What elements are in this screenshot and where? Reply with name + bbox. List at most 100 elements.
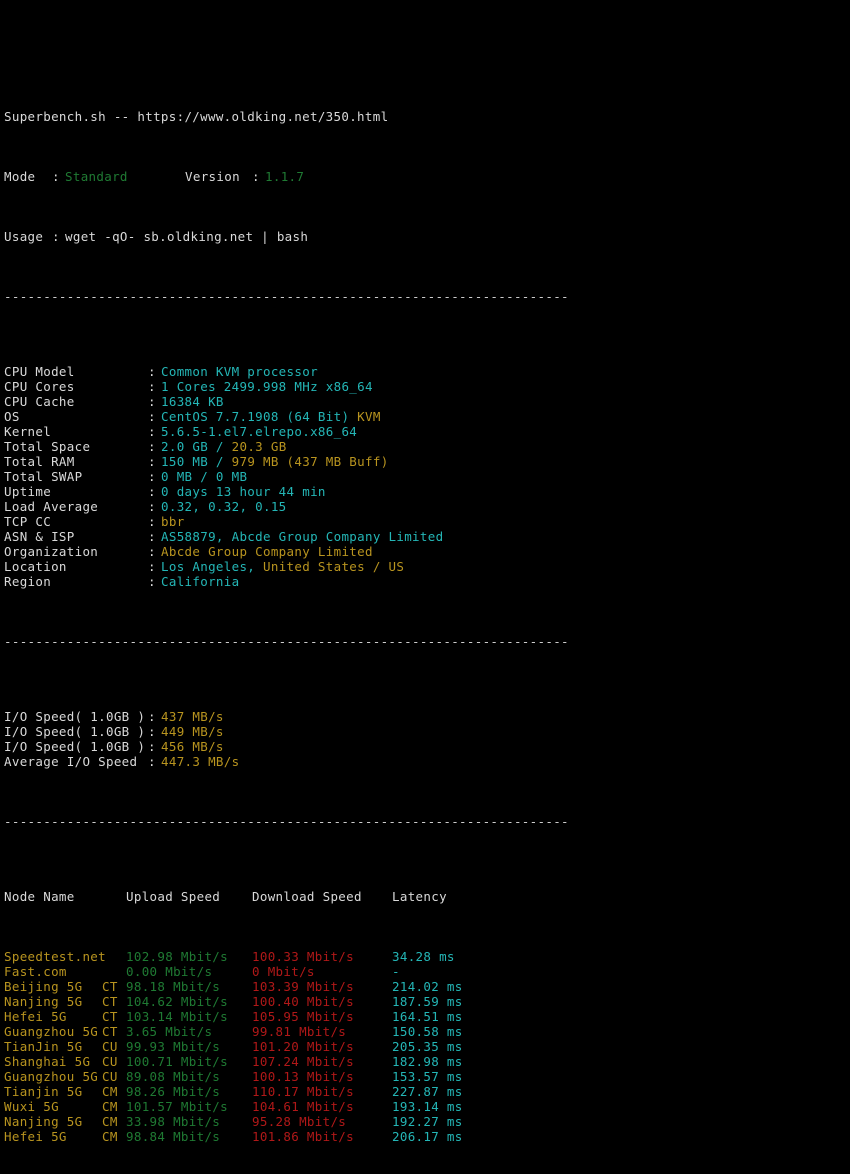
sysinfo-row: Total Space:2.0 GB / 20.3 GB — [0, 439, 850, 454]
download-speed-cell: 110.17 Mbit/s — [252, 1084, 354, 1099]
upload-speed-cell: 98.18 Mbit/s — [126, 979, 221, 994]
speedtest-header-row: Node Name Upload Speed Download Speed Laten… — [0, 889, 850, 904]
table-row: Beijing 5G CT 98.18 Mbit/s 103.39 Mbit/s 214… — [0, 979, 850, 994]
node-name-cell: Guangzhou 5G — [4, 1024, 99, 1039]
carrier-cell: CM — [102, 1099, 118, 1114]
latency-cell: 206.17 ms — [392, 1129, 463, 1144]
table-row: Fast.com 0.00 Mbit/s 0 Mbit/s - — [0, 964, 850, 979]
terminal-window: Superbench.sh -- https://www.oldking.net… — [0, 0, 850, 1144]
upload-speed-cell: 102.98 Mbit/s — [126, 949, 228, 964]
usage-label: Usage — [4, 229, 44, 244]
sysinfo-label: OS — [4, 409, 20, 424]
sysinfo-colon: : — [148, 559, 156, 574]
download-speed-cell: 105.95 Mbit/s — [252, 1009, 354, 1024]
sysinfo-label: TCP CC — [4, 514, 52, 529]
script-title: Superbench.sh -- https://www.oldking.net… — [4, 109, 389, 124]
sysinfo-value-accent: 979 MB (437 MB Buff) — [231, 454, 389, 469]
upload-speed-cell: 104.62 Mbit/s — [126, 994, 228, 1009]
sysinfo-row: Organization: Abcde Group Company Limited — [0, 544, 850, 559]
sysinfo-colon: : — [148, 454, 156, 469]
download-speed-cell: 107.24 Mbit/s — [252, 1054, 354, 1069]
version-colon: : — [252, 169, 260, 184]
sysinfo-row: CPU Cache:16384 KB — [0, 394, 850, 409]
latency-cell: 153.57 ms — [392, 1069, 463, 1084]
sysinfo-label: Total SWAP — [4, 469, 83, 484]
sysinfo-row: TCP CC: bbr — [0, 514, 850, 529]
usage-colon: : — [52, 229, 60, 244]
mode-label: Mode — [4, 169, 36, 184]
node-name-cell: Nanjing 5G — [4, 1114, 83, 1129]
sysinfo-value: 16384 KB — [161, 394, 224, 409]
sysinfo-value-accent: KVM — [349, 409, 381, 424]
sysinfo-value: 0 days 13 hour 44 min — [161, 484, 326, 499]
table-row: Wuxi 5G CM 101.57 Mbit/s 104.61 Mbit/s 193.1… — [0, 1099, 850, 1114]
sysinfo-value: 0 MB / 0 MB — [161, 469, 248, 484]
io-speed-value: 449 MB/s — [161, 724, 224, 739]
node-name-cell: Shanghai 5G — [4, 1054, 91, 1069]
latency-cell: 192.27 ms — [392, 1114, 463, 1129]
sysinfo-label: Organization — [4, 544, 99, 559]
sysinfo-label: CPU Cores — [4, 379, 75, 394]
latency-cell: 227.87 ms — [392, 1084, 463, 1099]
carrier-cell: CT — [102, 1009, 118, 1024]
sysinfo-row: Total RAM:150 MB / 979 MB (437 MB Buff) — [0, 454, 850, 469]
sysinfo-value: 1 Cores 2499.998 MHz x86_64 — [161, 379, 373, 394]
carrier-cell: CT — [102, 979, 118, 994]
sysinfo-label: Uptime — [4, 484, 52, 499]
script-title-line: Superbench.sh -- https://www.oldking.net… — [0, 109, 850, 124]
sysinfo-colon: : — [148, 439, 156, 454]
latency-cell: - — [392, 964, 400, 979]
upload-speed-cell: 33.98 Mbit/s — [126, 1114, 221, 1129]
version-value: 1.1.7 — [265, 169, 305, 184]
sysinfo-row: Kernel:5.6.5-1.el7.elrepo.x86_64 — [0, 424, 850, 439]
usage-line: Usage: wget -qO- sb.oldking.net | bash — [0, 229, 850, 244]
sysinfo-value: 150 MB / — [161, 454, 232, 469]
node-name-cell: Hefei 5G — [4, 1009, 67, 1024]
sysinfo-row: Total SWAP:0 MB / 0 MB — [0, 469, 850, 484]
download-speed-cell: 103.39 Mbit/s — [252, 979, 354, 994]
sysinfo-value: AS58879, Abcde Group Company Limited — [161, 529, 444, 544]
io-speed-value: 437 MB/s — [161, 709, 224, 724]
table-row: Guangzhou 5G CT 3.65 Mbit/s 99.81 Mbit/s 150… — [0, 1024, 850, 1039]
header-upload-speed: Upload Speed — [126, 889, 221, 904]
io-speed-label: I/O Speed( 1.0GB ) — [4, 724, 146, 739]
header-node-name: Node Name — [4, 889, 75, 904]
mode-colon: : — [52, 169, 60, 184]
sysinfo-label: Total Space — [4, 439, 91, 454]
table-row: TianJin 5G CU 99.93 Mbit/s 101.20 Mbit/s 205… — [0, 1039, 850, 1054]
carrier-cell: CM — [102, 1129, 118, 1144]
system-info-block: CPU Model: Common KVM processor CPU Cores:… — [0, 364, 850, 589]
io-speed-row: I/O Speed( 1.0GB ):449 MB/s — [0, 724, 850, 739]
separator-1: ----------------------------------------… — [4, 289, 569, 304]
sysinfo-value-accent: bbr — [161, 514, 185, 529]
table-row: Hefei 5G CT 103.14 Mbit/s 105.95 Mbit/s 164.… — [0, 1009, 850, 1024]
sysinfo-colon: : — [148, 409, 156, 424]
separator-2: ----------------------------------------… — [4, 634, 569, 649]
header-latency: Latency — [392, 889, 447, 904]
download-speed-cell: 100.33 Mbit/s — [252, 949, 354, 964]
upload-speed-cell: 99.93 Mbit/s — [126, 1039, 221, 1054]
sysinfo-colon: : — [148, 379, 156, 394]
sysinfo-value: CentOS 7.7.1908 (64 Bit) — [161, 409, 350, 424]
sysinfo-colon: : — [148, 529, 156, 544]
sysinfo-row: CPU Model: Common KVM processor — [0, 364, 850, 379]
mode-value: Standard — [65, 169, 128, 184]
sysinfo-colon: : — [148, 424, 156, 439]
carrier-cell: CT — [102, 1024, 118, 1039]
upload-speed-cell: 100.71 Mbit/s — [126, 1054, 228, 1069]
io-speed-row: I/O Speed( 1.0GB ):456 MB/s — [0, 739, 850, 754]
sysinfo-value-accent: United States / US — [263, 559, 405, 574]
separator-3: ----------------------------------------… — [4, 814, 569, 829]
table-row: Shanghai 5G CU 100.71 Mbit/s 107.24 Mbit/s 1… — [0, 1054, 850, 1069]
sysinfo-row: OS: CentOS 7.7.1908 (64 Bit) KVM — [0, 409, 850, 424]
node-name-cell: Fast.com — [4, 964, 67, 979]
node-name-cell: Hefei 5G — [4, 1129, 67, 1144]
sysinfo-label: CPU Model — [4, 364, 75, 379]
carrier-cell: CU — [102, 1054, 118, 1069]
sysinfo-value: 2.0 GB / — [161, 439, 232, 454]
latency-cell: 205.35 ms — [392, 1039, 463, 1054]
sysinfo-row: CPU Cores:1 Cores 2499.998 MHz x86_64 — [0, 379, 850, 394]
upload-speed-cell: 3.65 Mbit/s — [126, 1024, 213, 1039]
carrier-cell: CM — [102, 1114, 118, 1129]
sysinfo-row: Location: Los Angeles, United States / US — [0, 559, 850, 574]
